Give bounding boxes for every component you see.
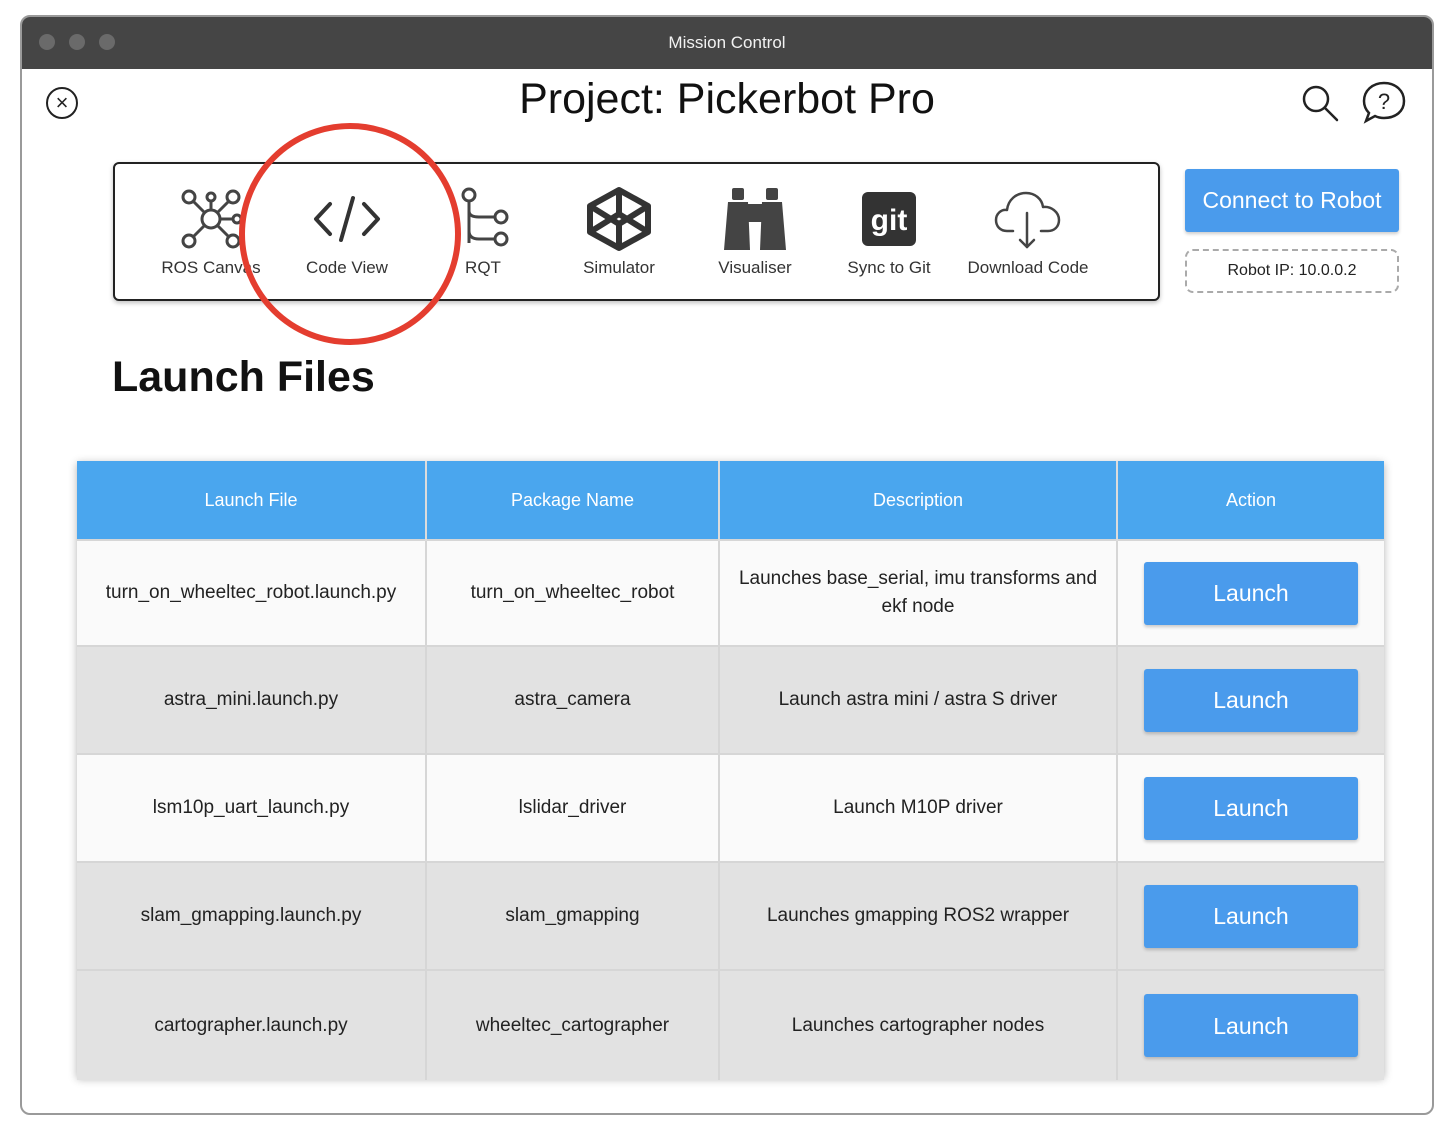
tool-label: Code View — [306, 258, 388, 277]
close-window-dot[interactable] — [39, 34, 55, 50]
launch-button[interactable]: Launch — [1144, 561, 1358, 625]
tool-label: ROS Canvas — [161, 258, 261, 277]
window-title: Mission Control — [668, 33, 786, 52]
description-cell: Launch M10P driver — [719, 753, 1118, 862]
description-cell: Launches cartographer nodes — [719, 969, 1118, 1080]
launch-file-cell: cartographer.launch.py — [77, 969, 427, 1080]
table-row: turn_on_wheeltec_robot.launch.py turn_on… — [77, 539, 1384, 646]
network-graph-icon — [181, 189, 243, 249]
tool-label: RQT — [465, 258, 501, 277]
description-cell: Launches gmapping ROS2 wrapper — [719, 861, 1118, 970]
action-cell: Launch — [1117, 753, 1384, 862]
column-header: Description — [719, 461, 1118, 540]
window-controls — [39, 34, 115, 50]
launch-file-cell: astra_mini.launch.py — [77, 645, 427, 754]
cube-box-icon — [587, 187, 651, 251]
title-bar: Mission Control — [22, 17, 1432, 69]
package-name-cell: slam_gmapping — [426, 861, 720, 970]
tool-download-code[interactable]: Download Code — [953, 164, 1103, 299]
launch-files-table: Launch File Package Name Description Act… — [77, 461, 1384, 1080]
tool-label: Sync to Git — [847, 258, 931, 277]
tool-label: Download Code — [967, 258, 1089, 277]
binoculars-icon — [724, 188, 786, 250]
search-icon[interactable] — [1300, 83, 1340, 123]
code-brackets-icon — [314, 196, 380, 242]
help-icon[interactable]: ? — [1360, 79, 1408, 127]
app-window: Mission Control × Project: Pickerbot Pro… — [20, 15, 1434, 1115]
table-row: lsm10p_uart_launch.py lslidar_driver Lau… — [77, 753, 1384, 862]
tool-visualiser[interactable]: Visualiser — [680, 164, 830, 299]
tool-label: Simulator — [583, 258, 655, 277]
minimize-window-dot[interactable] — [69, 34, 85, 50]
section-title: Launch Files — [112, 353, 375, 401]
cloud-download-icon — [994, 191, 1061, 249]
table-row: astra_mini.launch.py astra_camera Launch… — [77, 645, 1384, 754]
launch-file-cell: lsm10p_uart_launch.py — [77, 753, 427, 862]
package-name-cell: lslidar_driver — [426, 753, 720, 862]
table-row: slam_gmapping.launch.py slam_gmapping La… — [77, 861, 1384, 970]
tool-rqt[interactable]: RQT — [408, 164, 558, 299]
tool-label: Visualiser — [718, 258, 792, 277]
page-title: Project: Pickerbot Pro — [519, 75, 935, 123]
action-cell: Launch — [1117, 861, 1384, 970]
tool-sync-git[interactable]: git Sync to Git — [814, 164, 964, 299]
package-name-cell: wheeltec_cartographer — [426, 969, 720, 1080]
tool-bar: ROS Canvas Code View RQT Simulator Visua… — [113, 162, 1160, 301]
svg-text:git: git — [871, 204, 908, 237]
git-logo-icon: git — [862, 192, 916, 246]
description-cell: Launches base_serial, imu transforms and… — [719, 539, 1118, 646]
maximize-window-dot[interactable] — [99, 34, 115, 50]
connect-to-robot-button[interactable]: Connect to Robot — [1185, 169, 1399, 232]
table-row: cartographer.launch.py wheeltec_cartogra… — [77, 969, 1384, 1080]
svg-text:?: ? — [1378, 89, 1390, 114]
tool-simulator[interactable]: Simulator — [544, 164, 694, 299]
package-name-cell: astra_camera — [426, 645, 720, 754]
package-name-cell: turn_on_wheeltec_robot — [426, 539, 720, 646]
launch-button[interactable]: Launch — [1144, 884, 1358, 948]
action-cell: Launch — [1117, 645, 1384, 754]
tree-graph-icon — [461, 187, 509, 247]
launch-button[interactable]: Launch — [1144, 668, 1358, 732]
robot-ip-display: Robot IP: 10.0.0.2 — [1185, 249, 1399, 293]
column-header: Package Name — [426, 461, 720, 540]
description-cell: Launch astra mini / astra S driver — [719, 645, 1118, 754]
column-header: Action — [1117, 461, 1384, 540]
launch-button[interactable]: Launch — [1144, 776, 1358, 840]
launch-button[interactable]: Launch — [1144, 994, 1358, 1057]
launch-file-cell: turn_on_wheeltec_robot.launch.py — [77, 539, 427, 646]
launch-file-cell: slam_gmapping.launch.py — [77, 861, 427, 970]
tool-ros-canvas[interactable]: ROS Canvas — [136, 164, 286, 299]
column-header: Launch File — [77, 461, 427, 540]
action-cell: Launch — [1117, 969, 1384, 1080]
action-cell: Launch — [1117, 539, 1384, 646]
tool-code-view[interactable]: Code View — [272, 164, 422, 299]
